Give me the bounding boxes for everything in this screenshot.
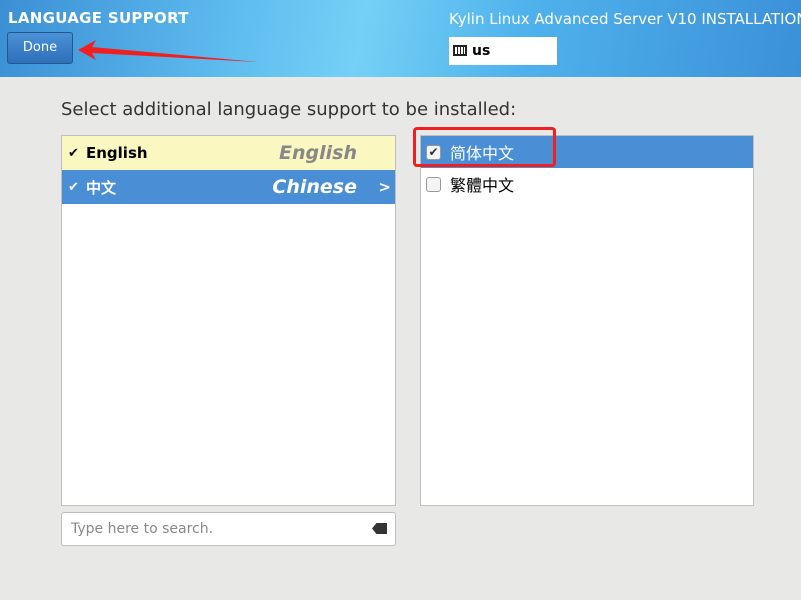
annotation-highlight-box [413, 127, 556, 167]
locale-list[interactable]: ✔ 简体中文 繁體中文 [420, 135, 754, 506]
search-input[interactable]: Type here to search. [61, 512, 396, 546]
check-icon: ✔ [68, 179, 79, 195]
clear-icon[interactable] [372, 523, 387, 534]
page-title: LANGUAGE SUPPORT [8, 9, 189, 27]
keyboard-icon [453, 45, 467, 56]
keyboard-layout: us [472, 43, 491, 59]
product-title: Kylin Linux Advanced Server V10 INSTALLA… [449, 10, 801, 28]
annotation-arrow [78, 40, 258, 62]
search-placeholder: Type here to search. [71, 521, 214, 537]
language-item-english[interactable]: ✔ English English [62, 136, 395, 170]
keyboard-layout-indicator[interactable]: us [449, 37, 557, 65]
language-item-chinese[interactable]: ✔ 中文 Chinese > [62, 170, 395, 204]
checkbox-unchecked[interactable] [426, 176, 441, 192]
language-native-name: English [86, 144, 148, 162]
language-native-name: 中文 [86, 178, 117, 197]
language-list[interactable]: ✔ English English ✔ 中文 Chinese > [61, 135, 396, 506]
locale-label: 繁體中文 [450, 176, 515, 195]
language-english-name: English [279, 142, 357, 164]
chevron-right-icon: > [378, 178, 391, 196]
language-english-name: Chinese [272, 176, 357, 198]
done-button[interactable]: Done [7, 32, 73, 64]
locale-item-traditional[interactable]: 繁體中文 [421, 168, 753, 200]
prompt-label: Select additional language support to be… [61, 99, 517, 120]
check-icon: ✔ [68, 145, 79, 161]
